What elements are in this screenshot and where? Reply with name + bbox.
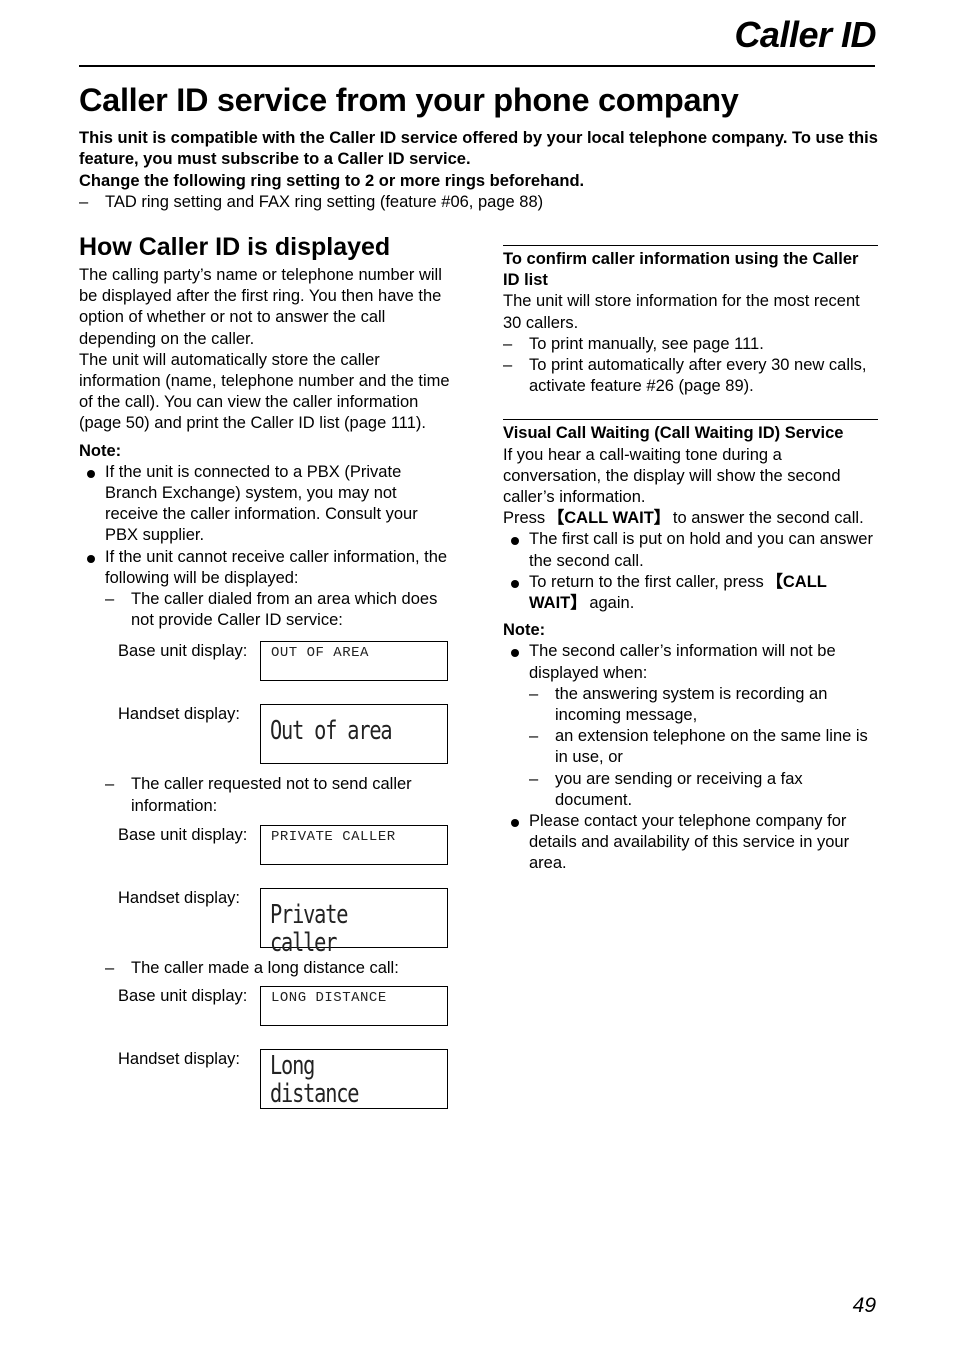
section-rule <box>503 245 878 246</box>
paragraph: The unit will automatically store the ca… <box>79 350 450 433</box>
intro-dash-item: TAD ring setting and FAX ring setting (f… <box>79 192 879 213</box>
call-wait-key: CALL WAIT <box>550 509 669 527</box>
page-title: Caller ID service from your phone compan… <box>79 82 739 118</box>
dash-text: To print automatically after every 30 ne… <box>529 356 867 396</box>
press-prefix: Press <box>503 509 550 528</box>
handset-lcd: Long distance <box>260 1049 448 1110</box>
bullet-item: The first call is put on hold and you ca… <box>503 529 878 571</box>
base-lcd: OUT OF AREA <box>260 641 448 682</box>
intro-ring-setting: Change the following ring setting to 2 o… <box>79 171 585 190</box>
header-rule <box>79 65 875 67</box>
dash-item: you are sending or receiving a fax docum… <box>529 769 878 811</box>
paragraph: The unit will store information for the … <box>503 292 860 332</box>
case-description: The caller dialed from an area which doe… <box>131 590 438 630</box>
case-item: The caller dialed from an area which doe… <box>105 589 454 631</box>
note-label: Note: <box>503 621 546 640</box>
handset-display-label: Handset display: <box>118 888 240 907</box>
bullet-icon <box>79 547 105 632</box>
handset-lcd-text: Private caller <box>270 899 348 958</box>
dash-text: the answering system is recording an inc… <box>555 684 828 725</box>
subsection-heading: Visual Call Waiting (Call Waiting ID) Se… <box>503 424 844 443</box>
section-heading: How Caller ID is displayed <box>79 233 391 261</box>
case-item: The caller made a long distance call: <box>105 958 454 979</box>
dash-text: an extension telephone on the same line … <box>555 727 868 767</box>
handset-display-row: Handset display: Long distance <box>118 1049 454 1110</box>
case-description: The caller made a long distance call: <box>131 958 399 977</box>
bullet-text: Please contact your telephone company fo… <box>529 812 850 873</box>
dash-marker <box>529 769 555 811</box>
handset-display-row: Handset display: Out of area <box>118 704 454 765</box>
case-item: The caller requested not to send caller … <box>105 774 454 816</box>
handset-lcd-text: Out of area <box>270 716 393 747</box>
intro-compatibility: This unit is compatible with the Caller … <box>79 129 878 169</box>
base-display-label: Base unit display: <box>118 825 248 844</box>
bullet-text: If the unit cannot receive caller inform… <box>105 547 448 587</box>
bullet-item: To return to the first caller, press CAL… <box>503 572 878 614</box>
handset-lcd: Out of area <box>260 704 448 765</box>
bullet-text: To return to the first caller, press CAL… <box>529 572 878 614</box>
dash-marker <box>529 684 555 726</box>
bullet-icon <box>79 462 105 547</box>
handset-lcd: Private caller <box>260 887 448 957</box>
base-lcd: LONG DISTANCE <box>260 986 448 1027</box>
base-display-row: Base unit display: LONG DISTANCE <box>118 986 454 1027</box>
handset-display-label: Handset display: <box>118 1050 240 1069</box>
dash-item: the answering system is recording an inc… <box>529 684 878 726</box>
section-rule <box>503 419 878 421</box>
bullet-suffix: again. <box>584 594 635 613</box>
press-instruction: Press CALL WAIT to answer the second cal… <box>503 508 878 529</box>
base-display-label: Base unit display: <box>118 987 248 1006</box>
dash-marker <box>503 334 529 355</box>
right-column: To confirm caller information using the … <box>503 245 878 875</box>
dash-marker <box>105 958 131 979</box>
page-number: 49 <box>852 1294 876 1317</box>
dash-marker <box>105 589 131 631</box>
note-label: Note: <box>79 441 122 460</box>
bullet-icon <box>503 572 529 614</box>
paragraph: The calling party’s name or telephone nu… <box>79 266 442 348</box>
left-column: How Caller ID is displayed The calling p… <box>79 232 454 1110</box>
bullet-text: If the unit is connected to a PBX (Priva… <box>105 462 418 545</box>
dash-item: To print automatically after every 30 ne… <box>503 355 878 397</box>
dash-marker <box>503 355 529 397</box>
dash-marker <box>79 192 105 213</box>
intro-dash-text: TAD ring setting and FAX ring setting (f… <box>105 192 544 211</box>
handset-display-row: Handset display: Private caller <box>118 887 454 957</box>
subsection-heading: To confirm caller information using the … <box>503 250 859 290</box>
intro: This unit is compatible with the Caller … <box>79 128 879 213</box>
bullet-text: The first call is put on hold and you ca… <box>529 530 873 570</box>
handset-lcd-text: Long distance <box>270 1051 359 1110</box>
bullet-item: The second caller’s information will not… <box>503 641 878 811</box>
dash-text: you are sending or receiving a fax docum… <box>555 769 803 809</box>
base-display-row: Base unit display: PRIVATE CALLER <box>118 824 454 865</box>
bullet-icon <box>503 529 529 571</box>
dash-marker <box>105 774 131 816</box>
dash-marker <box>529 726 555 768</box>
base-display-row: Base unit display: OUT OF AREA <box>118 641 454 682</box>
dash-item: an extension telephone on the same line … <box>529 726 878 768</box>
paragraph: If you hear a call-waiting tone during a… <box>503 445 841 507</box>
section-title: Caller ID <box>734 14 876 55</box>
case-description: The caller requested not to send caller … <box>131 775 412 815</box>
handset-display-label: Handset display: <box>118 705 240 724</box>
dash-text: To print manually, see page 111. <box>529 334 764 353</box>
bullet-prefix: To return to the first caller, press <box>529 572 769 591</box>
bullet-item: Please contact your telephone company fo… <box>503 811 878 875</box>
base-display-label: Base unit display: <box>118 642 248 661</box>
base-lcd: PRIVATE CALLER <box>260 824 448 865</box>
bullet-text: The second caller’s information will not… <box>529 642 836 682</box>
bullet-item: If the unit cannot receive caller inform… <box>79 547 454 632</box>
press-suffix: to answer the second call. <box>668 509 864 528</box>
bullet-icon <box>503 641 529 811</box>
dash-item: To print manually, see page 111. <box>503 334 878 355</box>
bullet-icon <box>503 811 529 875</box>
bullet-item: If the unit is connected to a PBX (Priva… <box>79 462 454 547</box>
